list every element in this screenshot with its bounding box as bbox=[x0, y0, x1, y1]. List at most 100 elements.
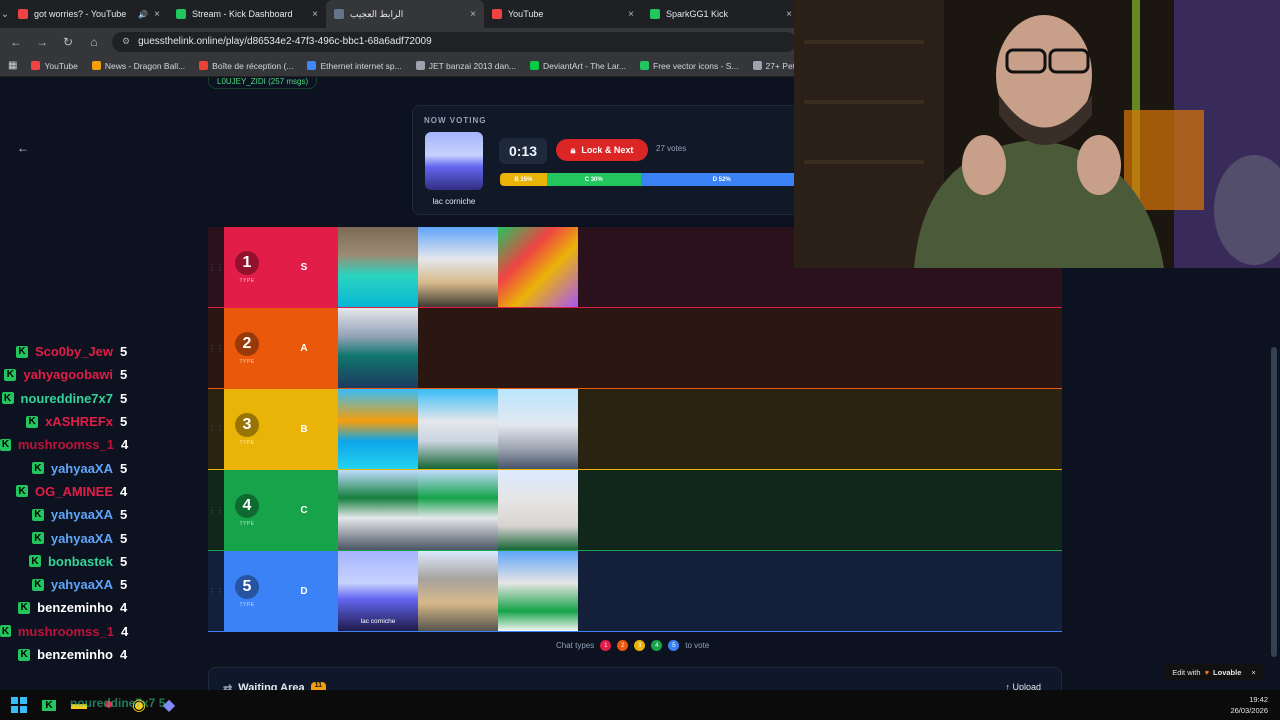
bookmark-item[interactable]: 27+ Pet Pictures | D... bbox=[752, 61, 800, 71]
clock-time: 19:42 bbox=[1249, 695, 1268, 704]
tier-image[interactable] bbox=[498, 389, 578, 469]
back-arrow-icon[interactable]: ← bbox=[8, 35, 24, 49]
kick-app-icon[interactable]: K bbox=[38, 696, 60, 714]
close-icon[interactable]: × bbox=[1251, 668, 1255, 677]
chat-vote: 4 bbox=[120, 647, 128, 662]
tier-image[interactable] bbox=[338, 227, 418, 307]
tier-type-label: TYPE bbox=[239, 520, 255, 527]
chat-message: K mushroomss_1 4 bbox=[0, 433, 140, 456]
tab-search-button[interactable]: ⌄ bbox=[0, 1, 10, 27]
chat-vote: 5 bbox=[120, 390, 128, 406]
home-icon[interactable]: ⌂ bbox=[86, 35, 102, 49]
chat-message: K yahyagoobawi 5 bbox=[0, 363, 140, 386]
tier-image[interactable]: lac corniche bbox=[338, 551, 418, 631]
chat-message: K yahyaaXA 5 bbox=[0, 503, 140, 526]
tier-row: ⋮⋮ 5 TYPE D lac corniche bbox=[208, 551, 1062, 632]
webcam-overlay bbox=[794, 0, 1280, 268]
chat-vote: 5 bbox=[120, 577, 128, 593]
drag-handle-icon[interactable]: ⋮⋮ bbox=[208, 227, 224, 307]
chat-username: noureddine7x7 bbox=[20, 390, 113, 406]
voting-item-image bbox=[425, 132, 483, 190]
tier-image[interactable] bbox=[338, 308, 418, 388]
speaker-icon[interactable]: 🔊 bbox=[138, 10, 148, 19]
bookmark-item[interactable]: JET banzai 2013 dan... bbox=[415, 61, 516, 71]
bookmark-favicon-icon bbox=[199, 61, 209, 70]
chat-username: benzeminho bbox=[37, 647, 113, 662]
bookmark-item[interactable]: DeviantArt - The Lar... bbox=[530, 61, 626, 71]
kick-badge-icon: K bbox=[18, 601, 31, 614]
forward-arrow-icon[interactable]: → bbox=[34, 35, 50, 49]
chat-username: yahyaaXA bbox=[50, 530, 113, 546]
bookmark-item[interactable]: YouTube bbox=[31, 61, 78, 71]
tab-close-icon[interactable]: × bbox=[470, 9, 476, 20]
tier-image[interactable] bbox=[338, 389, 418, 469]
browser-tab[interactable]: got worries? - YouTube 🔊 × bbox=[10, 0, 168, 28]
chat-vote: 5 bbox=[120, 553, 128, 569]
drag-handle-icon[interactable]: ⋮⋮ bbox=[208, 551, 224, 631]
tab-close-icon[interactable]: × bbox=[786, 9, 792, 20]
tier-image[interactable] bbox=[418, 389, 498, 469]
bookmark-item[interactable]: Free vector icons - S... bbox=[640, 61, 739, 71]
kick-badge-icon: K bbox=[26, 415, 39, 428]
kick-badge-icon: K bbox=[15, 485, 28, 498]
chat-username: yahyaaXA bbox=[50, 577, 113, 593]
tier-image[interactable] bbox=[498, 551, 578, 631]
tier-number-badge: 4 bbox=[235, 493, 259, 518]
chat-message: K bonbastek 5 bbox=[0, 550, 140, 573]
reload-icon[interactable]: ↻ bbox=[60, 35, 76, 49]
tier-grade: S bbox=[270, 227, 338, 307]
drag-handle-icon[interactable]: ⋮⋮ bbox=[208, 470, 224, 550]
apps-grid-icon[interactable]: ▦ bbox=[8, 60, 17, 71]
lock-icon: 🔒︎ bbox=[570, 144, 576, 155]
chat-vote: 5 bbox=[120, 530, 128, 546]
tier-number: 1 TYPE bbox=[224, 227, 270, 307]
lock-next-button[interactable]: 🔒︎ Lock & Next bbox=[556, 139, 648, 161]
arrow-left-icon: ← bbox=[17, 141, 29, 155]
drag-handle-icon[interactable]: ⋮⋮ bbox=[208, 308, 224, 388]
address-bar[interactable]: ⚙ guessthelink.online/play/d86534e2-47f3… bbox=[112, 31, 796, 52]
browser-tab[interactable]: SparkGG1 Kick × bbox=[642, 0, 800, 28]
chat-username: yahyagoobawi bbox=[23, 367, 113, 383]
tier-row: ⋮⋮ 3 TYPE B bbox=[208, 389, 1062, 470]
tier-image[interactable] bbox=[338, 470, 418, 550]
page-scrollbar[interactable] bbox=[1271, 347, 1277, 657]
chat-overlay: K Sco0by_Jew 5K yahyagoobawi 5K noureddi… bbox=[0, 340, 140, 666]
chat-message: K mushroomss_1 4 bbox=[0, 620, 140, 643]
chat-vote: 4 bbox=[120, 600, 128, 616]
chat-message: K yahyaaXA 5 bbox=[0, 526, 140, 549]
tier-image[interactable] bbox=[418, 470, 498, 550]
tier-image[interactable] bbox=[498, 227, 578, 307]
chat-vote: 5 bbox=[120, 414, 128, 430]
site-info-icon[interactable]: ⚙ bbox=[122, 36, 130, 47]
bookmark-label: Boîte de réception (... bbox=[212, 60, 294, 71]
tab-close-icon[interactable]: × bbox=[154, 9, 160, 20]
system-clock[interactable]: 19:42 26/03/2026 bbox=[1230, 694, 1268, 716]
tier-image[interactable] bbox=[418, 551, 498, 631]
lock-next-label: Lock & Next bbox=[581, 145, 634, 155]
bookmark-item[interactable]: News - Dragon Ball... bbox=[91, 61, 185, 71]
bookmark-favicon-icon bbox=[415, 61, 425, 70]
browser-tab[interactable]: Stream - Kick Dashboard × bbox=[168, 0, 326, 28]
bookmark-item[interactable]: Ethernet internet sp... bbox=[307, 61, 402, 71]
tier-number-badge: 5 bbox=[235, 574, 259, 599]
tier-number-badge: 1 bbox=[235, 250, 259, 275]
vote-bar-segment: D 52% bbox=[640, 173, 803, 186]
tab-close-icon[interactable]: × bbox=[628, 9, 634, 20]
tab-title: الرابط العجيب bbox=[350, 8, 404, 19]
browser-tab[interactable]: الرابط العجيب × bbox=[326, 0, 484, 28]
drag-handle-icon[interactable]: ⋮⋮ bbox=[208, 389, 224, 469]
image-caption: lac corniche bbox=[360, 618, 396, 625]
bookmark-item[interactable]: Boîte de réception (... bbox=[199, 61, 293, 71]
tier-number: 4 TYPE bbox=[224, 470, 270, 550]
tier-number: 3 TYPE bbox=[224, 389, 270, 469]
tab-close-icon[interactable]: × bbox=[312, 9, 318, 20]
vote-distribution-bar: B 15% C 30% D 52% bbox=[500, 173, 803, 186]
windows-taskbar: K ▬ ● ◉ ◆ noureddine7x7 5 19:42 26/03/20… bbox=[0, 690, 1280, 720]
start-icon[interactable] bbox=[8, 696, 30, 714]
tier-image[interactable] bbox=[418, 227, 498, 307]
back-button[interactable]: ← bbox=[12, 137, 34, 159]
tier-image[interactable] bbox=[498, 470, 578, 550]
chat-vote: 5 bbox=[120, 460, 128, 476]
edit-with-lovable-badge[interactable]: Edit with ♥ Lovable × bbox=[1164, 664, 1264, 680]
browser-tab[interactable]: YouTube × bbox=[484, 0, 642, 28]
